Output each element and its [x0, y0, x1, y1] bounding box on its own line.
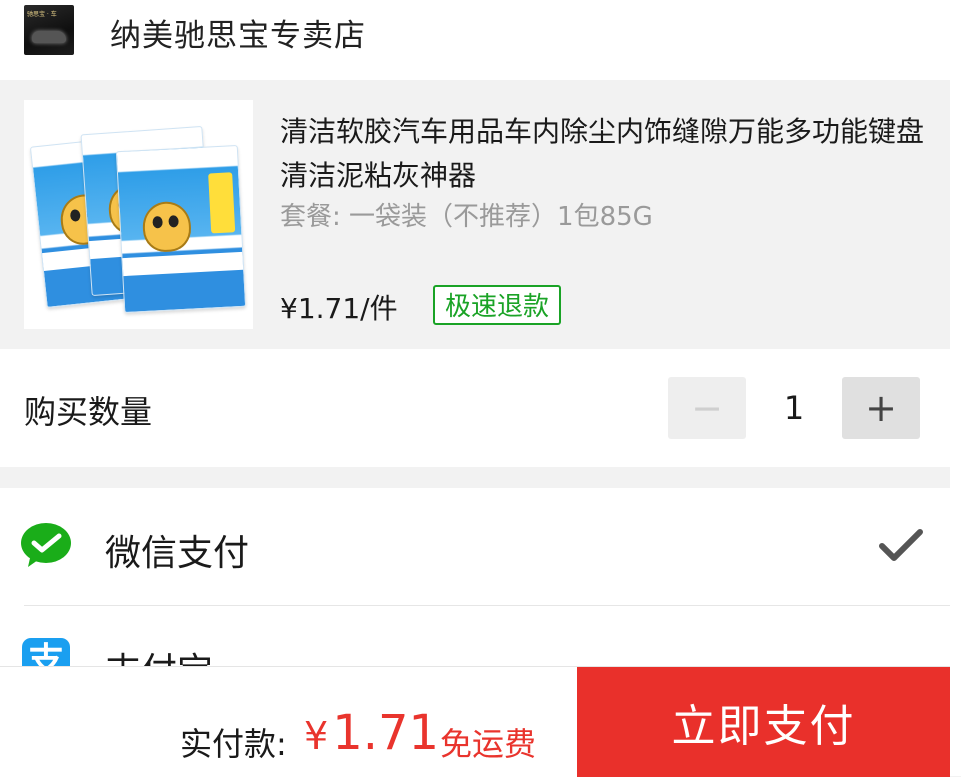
payment-option-alipay[interactable]: 支 支付宝 — [0, 606, 950, 668]
packet-stripe — [122, 251, 244, 277]
plus-icon: + — [865, 386, 897, 430]
currency-symbol: ¥ — [304, 714, 329, 758]
store-name: 纳美驰思宝专卖店 — [110, 18, 366, 54]
checkout-bar: 实付款: ¥1.71 免运费 立即支付 — [0, 666, 950, 777]
alipay-icon: 支 — [22, 638, 70, 668]
wechat-pay-icon — [21, 523, 71, 567]
total-amount: ¥1.71 — [304, 705, 439, 761]
product-title: 清洁软胶汽车用品车内除尘内饰缝隙万能多功能键盘清洁泥粘灰神器 — [280, 115, 925, 192]
packet-badge — [208, 172, 236, 234]
product-image — [24, 100, 253, 329]
minus-icon: − — [691, 386, 723, 430]
mascot-icon — [141, 200, 193, 253]
quantity-row: 购买数量 − 1 + — [0, 349, 950, 467]
store-logo-text: 驰思宝 · 车 — [27, 11, 57, 18]
free-shipping-label: 免运费 — [440, 725, 537, 763]
quantity-value[interactable]: 1 — [770, 389, 818, 427]
store-header[interactable]: 驰思宝 · 车 纳美驰思宝专卖店 — [0, 0, 950, 80]
quantity-increase-button[interactable]: + — [842, 377, 920, 439]
total-amount-value: 1.71 — [332, 705, 440, 761]
refund-badge: 极速退款 — [433, 285, 562, 325]
product-price: ¥1.71/件 — [280, 292, 398, 325]
payment-method-list: 微信支付 支 支付宝 — [0, 488, 950, 668]
product-spec[interactable]: 套餐: 一袋装（不推荐）1包85G — [280, 196, 653, 233]
payment-label-alipay: 支付宝 — [105, 642, 213, 668]
product-packet — [115, 144, 247, 314]
total-label: 实付款: — [180, 725, 287, 763]
store-logo: 驰思宝 · 车 — [24, 5, 74, 55]
payment-option-wechat[interactable]: 微信支付 — [0, 488, 950, 606]
check-icon — [879, 529, 923, 561]
payment-label-wechat: 微信支付 — [105, 533, 250, 574]
quantity-decrease-button[interactable]: − — [668, 377, 746, 439]
right-gutter — [950, 0, 961, 776]
quantity-label: 购买数量 — [24, 393, 153, 431]
car-icon — [32, 31, 66, 43]
pay-now-button[interactable]: 立即支付 — [577, 667, 950, 777]
